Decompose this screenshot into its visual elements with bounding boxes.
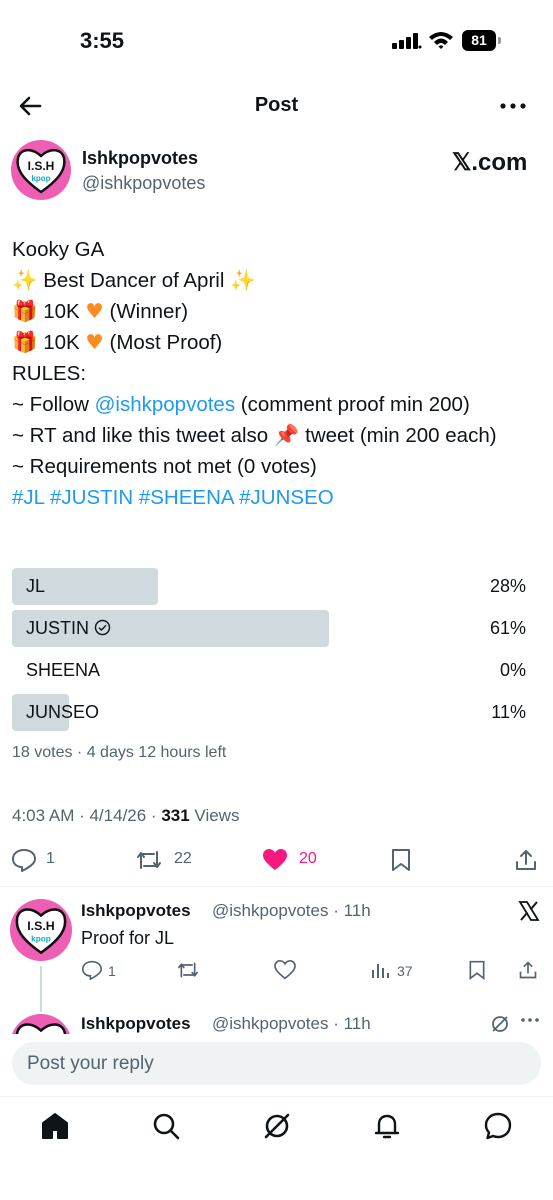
bookmark-icon[interactable] <box>390 848 412 872</box>
orange-heart-icon: ♥ <box>85 299 104 323</box>
check-circle-icon <box>94 619 111 636</box>
hashtag-line: #JL #JUSTIN #SHEENA #JUNSEO <box>12 482 537 513</box>
share-icon[interactable] <box>518 960 538 980</box>
search-icon[interactable] <box>151 1111 181 1141</box>
tweet-line: ~ Follow @ishkpopvotes (comment proof mi… <box>12 393 470 416</box>
home-icon[interactable] <box>40 1111 70 1141</box>
reply-author-handle: @ishkpopvotes · 11h <box>212 1014 371 1033</box>
cellular-signal-icon <box>392 33 422 49</box>
reply-count: 1 <box>108 963 116 979</box>
author-name[interactable]: Ishkpopvotes <box>82 148 198 169</box>
like-icon[interactable] <box>274 960 296 980</box>
tweet-line: RULES: <box>12 362 87 385</box>
battery-icon: 81 <box>462 30 502 51</box>
poll-meta: 18 votes · 4 days 12 hours left <box>12 744 227 761</box>
hashtag-link[interactable]: #JUSTIN <box>50 486 133 509</box>
messages-icon[interactable] <box>483 1111 513 1141</box>
poll-option-percent: 11% <box>491 702 526 722</box>
tweet-line: Kooky GA <box>12 238 105 261</box>
like-icon[interactable] <box>262 848 288 872</box>
wifi-icon <box>428 30 454 50</box>
tweet-line: ~ Requirements not met (0 votes) <box>12 455 317 478</box>
hashtag-link[interactable]: #JUNSEO <box>239 486 334 509</box>
hashtag-link[interactable]: #SHEENA <box>139 486 234 509</box>
repost-icon[interactable] <box>135 848 163 872</box>
mention-link[interactable]: @ishkpopvotes <box>95 393 235 416</box>
like-count: 20 <box>299 850 317 867</box>
reply-box[interactable] <box>12 1042 541 1085</box>
next-reply-preview[interactable]: Ishkpopvotes @ishkpopvotes · 11h <box>0 1012 553 1034</box>
gift-icon: 🎁 <box>12 330 38 354</box>
poll-option: JUNSEO 11% <box>12 694 532 731</box>
repost-icon[interactable] <box>176 960 200 980</box>
poll-option-label: SHEENA <box>26 660 101 680</box>
reply-author-handle[interactable]: @ishkpopvotes · 11h <box>212 901 371 921</box>
bookmark-icon[interactable] <box>467 960 487 980</box>
avatar[interactable]: I.S.H kpop <box>11 140 71 200</box>
poll-option-label: JUNSEO <box>26 702 100 722</box>
avatar-subtext: kpop <box>31 174 50 183</box>
gift-icon: 🎁 <box>12 299 38 323</box>
reply-author-name: Ishkpopvotes <box>81 1014 191 1033</box>
poll-option-percent: 28% <box>489 576 526 596</box>
poll-option: JUSTIN 61% <box>12 610 532 647</box>
view-count: 331 <box>161 806 190 825</box>
reply-input[interactable] <box>12 1042 541 1085</box>
reply-icon[interactable] <box>11 848 37 872</box>
status-time: 3:55 <box>80 28 125 53</box>
bottom-nav <box>0 1096 553 1200</box>
share-icon[interactable] <box>514 848 538 872</box>
reply-author-name[interactable]: Ishkpopvotes <box>81 901 191 921</box>
post-timestamp: 4:03 AM · 4/14/26 · 331 Views <box>12 806 240 825</box>
grok-icon[interactable] <box>262 1111 292 1141</box>
repost-count: 22 <box>174 850 192 867</box>
reply-icon[interactable] <box>81 960 103 980</box>
tweet-line: 🎁 10K ♥ (Most Proof) <box>12 330 223 354</box>
source-label: 𝕏.com <box>452 149 528 176</box>
tweet-line: 🎁 10K ♥ (Winner) <box>12 299 189 323</box>
tweet-text: Kooky GA ✨ Best Dancer of April ✨ 🎁 10K … <box>12 234 537 513</box>
reply-count: 1 <box>46 850 55 867</box>
more-options-icon[interactable] <box>520 1016 540 1024</box>
grok-icon[interactable] <box>490 1014 510 1034</box>
author-handle[interactable]: @ishkpopvotes <box>82 173 205 194</box>
divider <box>0 886 553 887</box>
avatar-subtext: kpop <box>31 934 51 943</box>
poll: JL 28% JUSTIN 61% SHEENA 0% JUNSEO 11% <box>12 568 532 736</box>
notifications-icon[interactable] <box>372 1111 402 1141</box>
reply-text: Proof for JL <box>81 928 175 948</box>
page-title: Post <box>254 94 299 116</box>
header: Post <box>0 80 553 132</box>
poll-option-percent: 0% <box>499 660 526 680</box>
action-bar: 1 22 20 <box>0 840 553 880</box>
tweet-line: ~ RT and like this tweet also 📌 tweet (m… <box>12 423 497 447</box>
avatar-text: I.S.H <box>28 159 55 173</box>
poll-option-percent: 61% <box>489 618 526 638</box>
poll-option: JL 28% <box>12 568 532 605</box>
x-logo-icon <box>518 900 540 922</box>
thread-line <box>40 966 42 1012</box>
hashtag-link[interactable]: #JL <box>12 486 44 509</box>
view-count: 37 <box>397 963 413 979</box>
avatar-text: I.S.H <box>27 919 55 933</box>
orange-heart-icon: ♥ <box>85 330 104 354</box>
avatar[interactable]: I.S.H kpop <box>10 899 72 961</box>
analytics-icon[interactable] <box>371 961 391 979</box>
poll-option-label: JL <box>26 576 46 596</box>
battery-level: 81 <box>462 30 496 51</box>
sparkles-icon: ✨ <box>12 268 38 292</box>
tweet-line: ✨ Best Dancer of April ✨ <box>12 268 256 292</box>
more-options-icon[interactable] <box>498 94 528 118</box>
poll-option-label: JUSTIN <box>26 618 111 639</box>
poll-option: SHEENA 0% <box>12 652 532 689</box>
avatar <box>10 1014 72 1034</box>
pushpin-icon: 📌 <box>273 423 300 447</box>
sparkles-icon: ✨ <box>230 268 256 292</box>
status-bar: 3:55 81 <box>0 0 553 80</box>
